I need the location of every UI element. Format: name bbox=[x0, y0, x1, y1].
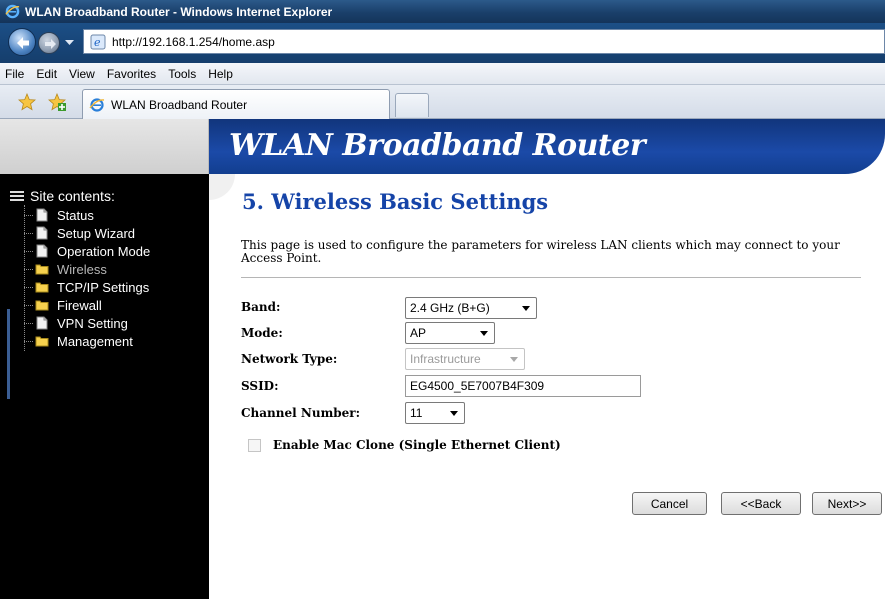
folder-icon bbox=[35, 300, 49, 311]
page-icon bbox=[36, 244, 48, 258]
add-favorites-icon[interactable] bbox=[48, 93, 66, 111]
tab-wlan-router[interactable]: WLAN Broadband Router bbox=[82, 89, 390, 119]
ssid-label: SSID: bbox=[241, 379, 279, 393]
site-contents-label: Site contents: bbox=[30, 188, 115, 204]
sidebar-item-wireless[interactable]: Wireless bbox=[24, 260, 107, 278]
band-select[interactable]: 2.4 GHz (B+G) bbox=[405, 297, 537, 319]
favorites-star-icon[interactable] bbox=[18, 93, 36, 111]
menu-file[interactable]: File bbox=[0, 67, 30, 81]
ssid-value: EG4500_5E7007B4F309 bbox=[410, 379, 545, 393]
network-type-label: Network Type: bbox=[241, 352, 338, 366]
window-title-bar: WLAN Broadband Router - Windows Internet… bbox=[0, 0, 885, 23]
sidebar-item-vpn-setting[interactable]: VPN Setting bbox=[24, 314, 128, 332]
tab-title: WLAN Broadband Router bbox=[111, 97, 248, 112]
page-icon: e bbox=[90, 34, 106, 49]
page-icon bbox=[36, 316, 48, 330]
navigation-bar: e http://192.168.1.254/home.asp bbox=[0, 23, 885, 63]
back-button[interactable] bbox=[8, 28, 36, 56]
next-button[interactable]: Next>> bbox=[812, 492, 882, 515]
back-arrow-icon bbox=[17, 37, 29, 49]
header-banner: WLAN Broadband Router bbox=[209, 119, 885, 174]
new-tab-button[interactable] bbox=[395, 93, 429, 117]
sidebar-accent-bar bbox=[7, 309, 10, 399]
page-icon bbox=[36, 208, 48, 222]
cancel-button[interactable]: Cancel bbox=[632, 492, 707, 515]
network-type-value: Infrastructure bbox=[410, 352, 481, 366]
network-type-select[interactable]: Infrastructure bbox=[405, 348, 525, 370]
channel-value: 11 bbox=[410, 406, 423, 420]
ssid-input[interactable]: EG4500_5E7007B4F309 bbox=[405, 375, 641, 397]
chevron-down-icon bbox=[450, 411, 458, 416]
address-url: http://192.168.1.254/home.asp bbox=[112, 34, 275, 49]
ie-page-icon bbox=[89, 97, 105, 112]
menu-help[interactable]: Help bbox=[202, 67, 239, 81]
forward-button[interactable] bbox=[38, 32, 60, 54]
tab-bar: WLAN Broadband Router bbox=[0, 85, 885, 119]
content-corner-curve bbox=[209, 174, 235, 200]
folder-icon bbox=[35, 336, 49, 347]
mac-clone-label: Enable Mac Clone (Single Ethernet Client… bbox=[273, 438, 561, 452]
divider bbox=[241, 277, 861, 278]
sidebar-item-operation-mode[interactable]: Operation Mode bbox=[24, 242, 150, 260]
band-label: Band: bbox=[241, 300, 281, 314]
site-contents-heading: Site contents: bbox=[10, 188, 115, 204]
sidebar-item-management[interactable]: Management bbox=[24, 332, 133, 350]
site-contents-icon bbox=[10, 191, 24, 201]
menu-tools[interactable]: Tools bbox=[162, 67, 202, 81]
mode-value: AP bbox=[410, 326, 427, 340]
ie-logo-icon bbox=[5, 4, 20, 19]
menu-edit[interactable]: Edit bbox=[30, 67, 63, 81]
page-icon bbox=[36, 226, 48, 240]
mode-label: Mode: bbox=[241, 326, 283, 340]
channel-select[interactable]: 11 bbox=[405, 402, 465, 424]
folder-icon bbox=[35, 264, 49, 275]
menu-favorites[interactable]: Favorites bbox=[101, 67, 162, 81]
back-nav-button[interactable]: <<Back bbox=[721, 492, 801, 515]
svg-text:e: e bbox=[94, 36, 101, 49]
page-description: This page is used to configure the param… bbox=[241, 238, 840, 265]
menu-view[interactable]: View bbox=[63, 67, 101, 81]
recent-pages-dropdown-icon[interactable] bbox=[65, 38, 74, 47]
main-content: 5. Wireless Basic Settings This page is … bbox=[209, 174, 885, 599]
channel-number-label: Channel Number: bbox=[241, 406, 361, 420]
window-title: WLAN Broadband Router - Windows Internet… bbox=[25, 4, 333, 19]
folder-icon bbox=[35, 282, 49, 293]
menu-bar: File Edit View Favorites Tools Help bbox=[0, 63, 885, 85]
chevron-down-icon bbox=[510, 357, 518, 362]
left-header-panel bbox=[0, 119, 209, 174]
sidebar: Site contents: Status Setup Wizard Opera… bbox=[0, 174, 209, 599]
address-bar[interactable]: e http://192.168.1.254/home.asp bbox=[83, 29, 885, 54]
mac-clone-checkbox[interactable] bbox=[248, 439, 261, 452]
band-value: 2.4 GHz (B+G) bbox=[410, 301, 490, 315]
banner-title: WLAN Broadband Router bbox=[229, 128, 646, 163]
sidebar-item-firewall[interactable]: Firewall bbox=[24, 296, 102, 314]
forward-arrow-icon bbox=[45, 39, 56, 49]
sidebar-item-setup-wizard[interactable]: Setup Wizard bbox=[24, 224, 135, 242]
page-title: 5. Wireless Basic Settings bbox=[242, 189, 549, 214]
sidebar-item-tcpip-settings[interactable]: TCP/IP Settings bbox=[24, 278, 149, 296]
sidebar-item-status[interactable]: Status bbox=[24, 206, 94, 224]
mode-select[interactable]: AP bbox=[405, 322, 495, 344]
chevron-down-icon bbox=[522, 306, 530, 311]
chevron-down-icon bbox=[480, 331, 488, 336]
